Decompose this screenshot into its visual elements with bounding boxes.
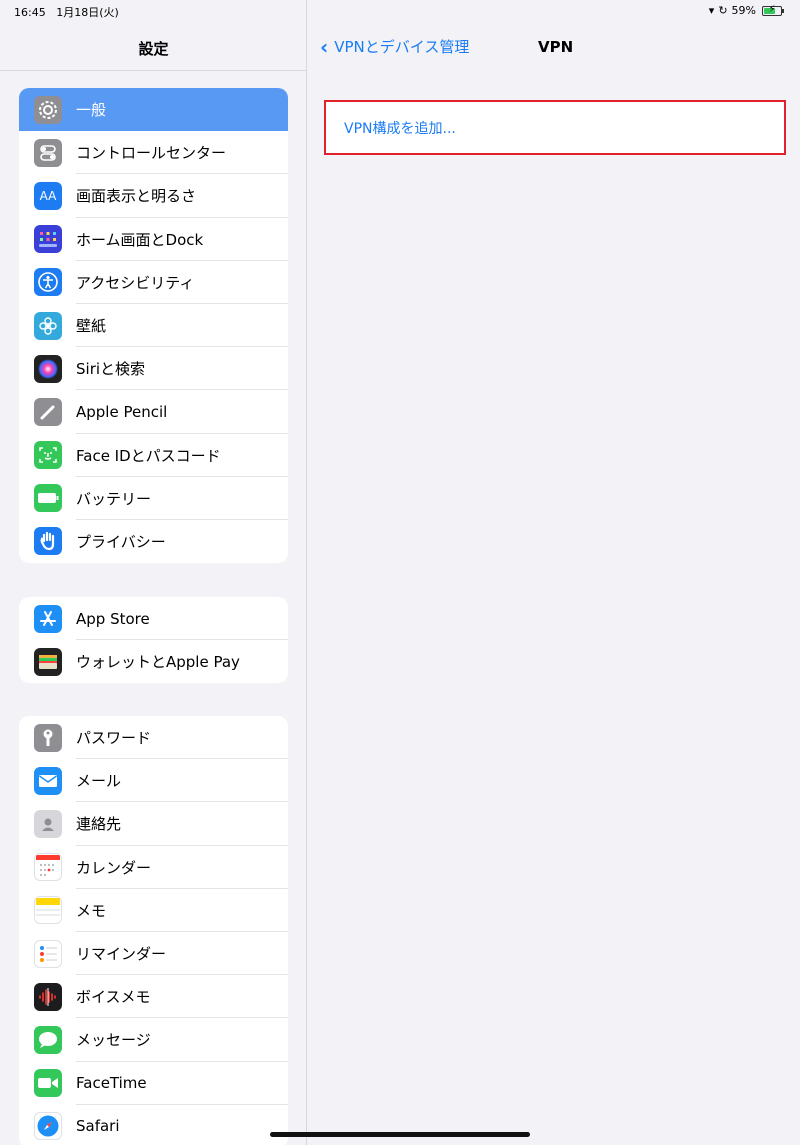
sidebar-item-mail[interactable]: メール xyxy=(19,759,288,803)
sidebar-item-battery[interactable]: バッテリー xyxy=(19,477,288,521)
sidebar-item-label: Apple Pencil xyxy=(76,402,168,421)
battery-status-icon: ⚡ xyxy=(762,4,784,16)
add-vpn-configuration-button[interactable]: VPN構成を追加... xyxy=(324,100,786,155)
sidebar-item-label: メモ xyxy=(76,901,107,920)
accessibility-icon xyxy=(34,268,62,297)
sidebar-item-label: プライバシー xyxy=(76,532,166,551)
sidebar-item-voice-memos[interactable]: ボイスメモ xyxy=(19,975,288,1019)
detail-pane: ‹ VPNとデバイス管理 VPN VPN構成を追加... xyxy=(308,0,800,1145)
page-title: VPN xyxy=(538,38,574,56)
sidebar-item-reminders[interactable]: リマインダー xyxy=(19,932,288,976)
sidebar-item-general[interactable]: 一般 xyxy=(19,88,288,132)
hand-icon xyxy=(34,527,62,556)
home-grid-icon xyxy=(34,225,62,254)
calendar-icon xyxy=(34,853,62,882)
sidebar-item-home-screen[interactable]: ホーム画面とDock xyxy=(19,218,288,261)
wallet-icon xyxy=(34,647,62,676)
sidebar-item-siri[interactable]: Siriと検索 xyxy=(19,347,288,391)
sidebar-item-label: メール xyxy=(76,772,122,791)
status-clock: 16:45 xyxy=(14,6,46,19)
pencil-icon xyxy=(34,397,62,426)
sidebar-item-label: Safari xyxy=(76,1117,120,1136)
sidebar-item-label: 壁紙 xyxy=(76,317,107,336)
settings-group-3: パスワード メール 連絡先 カレンダー メモ リマインダー ボイスメモ メッセー… xyxy=(19,716,288,1145)
sidebar-item-calendar[interactable]: カレンダー xyxy=(19,846,288,889)
home-indicator[interactable] xyxy=(270,1132,530,1137)
contacts-icon xyxy=(34,809,62,838)
sidebar-item-wallpaper[interactable]: 壁紙 xyxy=(19,304,288,348)
rotation-lock-icon: ↻ xyxy=(718,4,728,17)
wifi-icon: ▾ xyxy=(708,4,715,17)
sidebar-item-label: メッセージ xyxy=(76,1031,151,1050)
sidebar-item-safari[interactable]: Safari xyxy=(19,1105,288,1145)
sidebar-item-label: ウォレットとApple Pay xyxy=(76,653,240,672)
sidebar-title: 設定 xyxy=(0,26,307,71)
siri-icon xyxy=(34,354,62,383)
sidebar-item-notes[interactable]: メモ xyxy=(19,889,288,933)
status-bar: 16:45 1月18日(火) ▾ ↻ 59% ⚡ xyxy=(0,0,800,26)
battery-icon xyxy=(34,484,62,513)
sidebar-item-label: リマインダー xyxy=(76,945,167,964)
status-date: 1月18日(火) xyxy=(56,6,119,19)
settings-group-1: 一般 コントロールセンター AA 画面表示と明るさ ホーム画面とDock アクセ… xyxy=(19,88,288,564)
sidebar-item-messages[interactable]: メッセージ xyxy=(19,1018,288,1062)
sidebar-item-label: ボイスメモ xyxy=(76,988,151,1007)
key-icon xyxy=(34,723,62,752)
toggles-icon xyxy=(34,138,62,167)
battery-percent: 59% xyxy=(731,4,756,17)
facetime-icon xyxy=(34,1069,62,1098)
status-right: ▾ ↻ 59% ⚡ xyxy=(708,4,784,17)
mail-icon xyxy=(34,766,62,795)
sidebar-item-app-store[interactable]: App Store xyxy=(19,597,288,641)
sidebar-item-display[interactable]: AA 画面表示と明るさ xyxy=(19,174,288,218)
settings-sidebar: 設定 一般 コントロールセンター AA 画面表示と明るさ ホーム画面とDock xyxy=(0,0,307,1145)
notes-icon xyxy=(34,896,62,925)
text-size-icon: AA xyxy=(34,181,62,210)
settings-group-2: App Store ウォレットとApple Pay xyxy=(19,597,288,684)
gear-icon xyxy=(34,95,62,124)
sidebar-item-label: パスワード xyxy=(76,729,152,748)
sidebar-item-label: カレンダー xyxy=(76,858,152,877)
sidebar-item-label: Siriと検索 xyxy=(76,360,146,379)
chevron-left-icon: ‹ xyxy=(320,34,329,59)
sidebar-item-control-center[interactable]: コントロールセンター xyxy=(19,131,288,175)
sidebar-item-label: ホーム画面とDock xyxy=(76,230,204,249)
sidebar-item-facetime[interactable]: FaceTime xyxy=(19,1062,288,1105)
face-id-icon xyxy=(34,441,62,470)
sidebar-item-label: 一般 xyxy=(76,101,107,120)
sidebar-item-label: アクセシビリティ xyxy=(76,273,195,292)
sidebar-item-apple-pencil[interactable]: Apple Pencil xyxy=(19,390,288,434)
sidebar-item-label: コントロールセンター xyxy=(76,144,227,163)
flower-icon xyxy=(34,311,62,340)
sidebar-item-contacts[interactable]: 連絡先 xyxy=(19,802,288,846)
reminders-icon xyxy=(34,939,62,968)
sidebar-item-label: Face IDとパスコード xyxy=(76,446,221,465)
back-button-label: VPNとデバイス管理 xyxy=(334,38,470,56)
sidebar-item-face-id[interactable]: Face IDとパスコード xyxy=(19,434,288,477)
add-vpn-configuration-label: VPN構成を追加... xyxy=(344,120,456,137)
safari-icon xyxy=(34,1112,62,1141)
sidebar-item-label: App Store xyxy=(76,609,150,628)
back-button[interactable]: ‹ VPNとデバイス管理 xyxy=(320,36,469,57)
sidebar-item-privacy[interactable]: プライバシー xyxy=(19,520,288,563)
sidebar-item-label: 連絡先 xyxy=(76,815,122,834)
app-store-icon xyxy=(34,604,62,633)
status-time: 16:45 1月18日(火) xyxy=(14,4,119,20)
sidebar-item-label: FaceTime xyxy=(76,1074,147,1093)
sidebar-item-accessibility[interactable]: アクセシビリティ xyxy=(19,261,288,305)
messages-icon xyxy=(34,1025,62,1054)
sidebar-item-label: 画面表示と明るさ xyxy=(76,187,197,206)
sidebar-item-wallet[interactable]: ウォレットとApple Pay xyxy=(19,640,288,683)
voice-memo-icon xyxy=(34,982,62,1011)
sidebar-item-passwords[interactable]: パスワード xyxy=(19,716,288,760)
sidebar-item-label: バッテリー xyxy=(76,489,152,508)
